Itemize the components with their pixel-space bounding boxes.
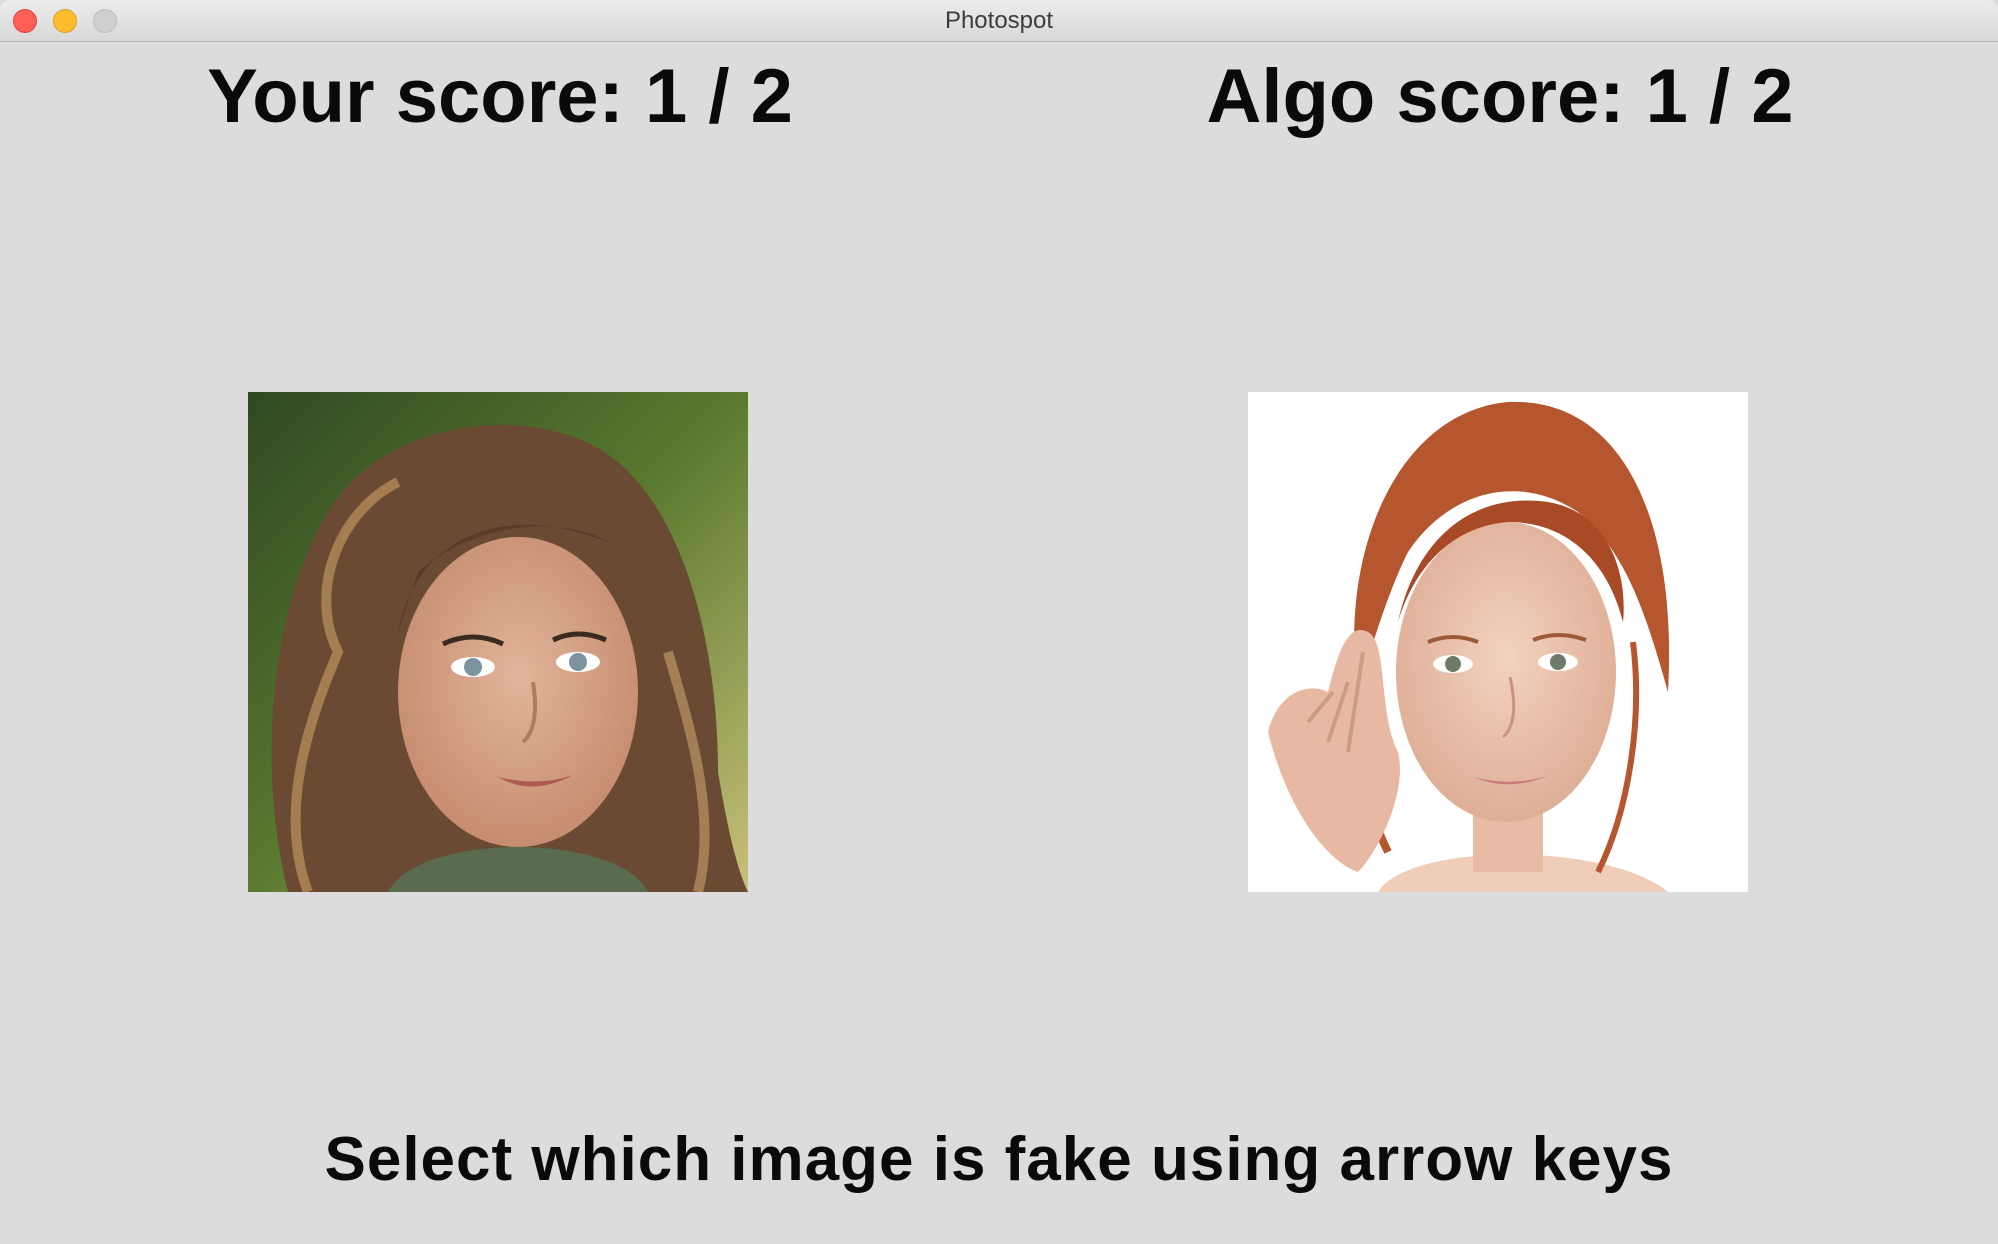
right-face-photo[interactable] (1248, 392, 1748, 892)
user-score: Your score: 1 / 2 (207, 54, 793, 139)
left-face-photo[interactable] (248, 392, 748, 892)
algo-score: Algo score: 1 / 2 (1206, 54, 1794, 139)
title-bar: Photospot (0, 0, 1998, 42)
instruction-text: Select which image is fake using arrow k… (324, 1125, 1674, 1194)
window-title: Photospot (944, 7, 1054, 34)
app-window: Photospot Your score: 1 / 2 Algo score: … (0, 0, 1998, 1244)
